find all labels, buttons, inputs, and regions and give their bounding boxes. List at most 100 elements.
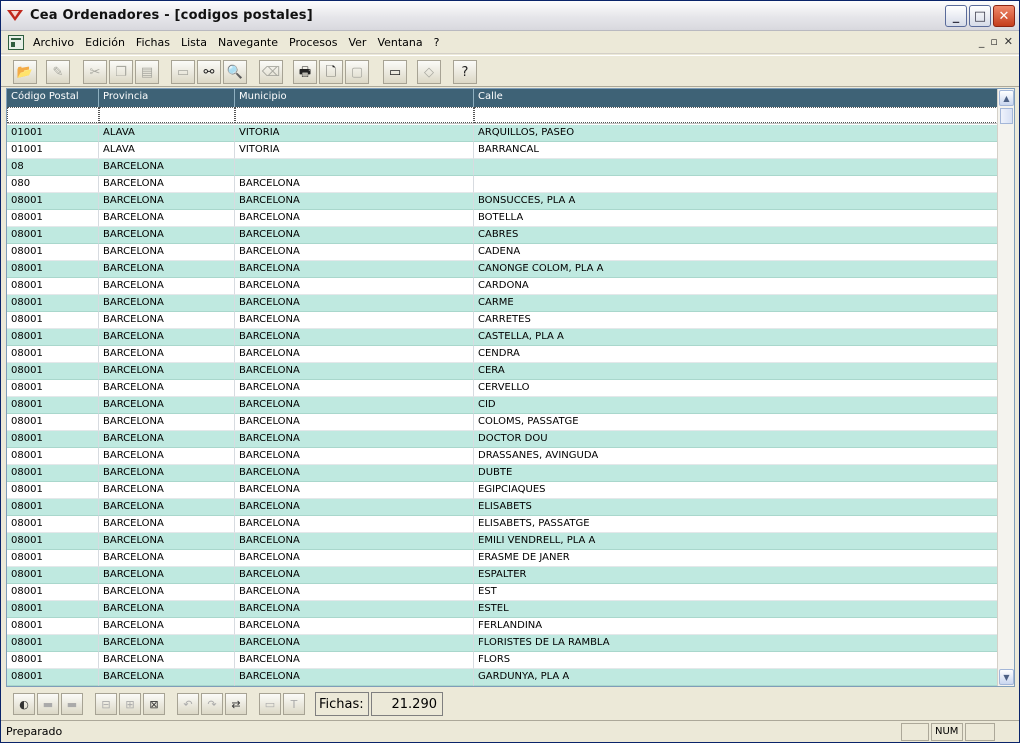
cell-provincia[interactable]: BARCELONA (99, 550, 235, 567)
cell-calle[interactable]: CERA (474, 363, 998, 380)
cell-codigo-postal[interactable]: 08001 (7, 227, 99, 244)
cell-provincia[interactable]: BARCELONA (99, 414, 235, 431)
cell-provincia[interactable]: BARCELONA (99, 431, 235, 448)
cell-provincia[interactable]: BARCELONA (99, 312, 235, 329)
table-row[interactable]: 08001 BARCELONA BARCELONA CERA (7, 363, 998, 380)
cell-municipio[interactable]: BARCELONA (235, 618, 474, 635)
cell-provincia[interactable]: BARCELONA (99, 210, 235, 227)
table-row[interactable]: 080 BARCELONA BARCELONA (7, 176, 998, 193)
cell-codigo-postal[interactable]: 08001 (7, 278, 99, 295)
column-header-calle[interactable]: Calle (474, 89, 998, 107)
cell-calle[interactable]: CANONGE COLOM, PLA A (474, 261, 998, 278)
cell-municipio[interactable]: BARCELONA (235, 584, 474, 601)
cell-calle[interactable]: ESPALTER (474, 567, 998, 584)
vertical-scrollbar[interactable]: ▲ ▼ (997, 89, 1014, 686)
cell-provincia[interactable]: BARCELONA (99, 499, 235, 516)
cell-municipio[interactable]: BARCELONA (235, 363, 474, 380)
menu-archivo[interactable]: Archivo (28, 36, 80, 49)
redo-icon[interactable]: ↷ (201, 693, 223, 715)
tree-select-icon[interactable]: ⊠ (143, 693, 165, 715)
menu-ver[interactable]: Ver (343, 36, 372, 49)
table-row[interactable]: 08001 BARCELONA BARCELONA CENDRA (7, 346, 998, 363)
cell-municipio[interactable]: BARCELONA (235, 567, 474, 584)
cell-provincia[interactable]: BARCELONA (99, 618, 235, 635)
table-row[interactable]: 08001 BARCELONA BARCELONA ELISABETS (7, 499, 998, 516)
cell-provincia[interactable]: BARCELONA (99, 584, 235, 601)
cell-calle[interactable]: BARRANCAL (474, 142, 998, 159)
cell-calle[interactable]: CARRETES (474, 312, 998, 329)
table-row[interactable]: 01001 ALAVA VITORIA BARRANCAL (7, 142, 998, 159)
help-icon[interactable]: ? (453, 60, 477, 84)
edit-document-icon[interactable]: ✎ (46, 60, 70, 84)
cell-provincia[interactable]: BARCELONA (99, 159, 235, 176)
cell-municipio[interactable]: BARCELONA (235, 397, 474, 414)
table-row[interactable]: 08001 BARCELONA BARCELONA CERVELLO (7, 380, 998, 397)
first-record-icon[interactable]: ◐ (13, 693, 35, 715)
cell-codigo-postal[interactable]: 08001 (7, 210, 99, 227)
table-row[interactable]: 08001 BARCELONA BARCELONA CABRES (7, 227, 998, 244)
cell-codigo-postal[interactable]: 08001 (7, 363, 99, 380)
cell-provincia[interactable]: ALAVA (99, 125, 235, 142)
cell-calle[interactable]: CADENA (474, 244, 998, 261)
cell-codigo-postal[interactable]: 08001 (7, 346, 99, 363)
cell-codigo-postal[interactable]: 08001 (7, 499, 99, 516)
cell-codigo-postal[interactable]: 08 (7, 159, 99, 176)
table-row[interactable]: 08001 BARCELONA BARCELONA GARDUNYA, PLA A (7, 669, 998, 686)
filter-codigo-postal[interactable] (7, 107, 99, 123)
cell-codigo-postal[interactable]: 08001 (7, 244, 99, 261)
cell-calle[interactable]: CENDRA (474, 346, 998, 363)
cell-municipio[interactable]: BARCELONA (235, 465, 474, 482)
search-icon[interactable]: 🔍 (223, 60, 247, 84)
cell-provincia[interactable]: BARCELONA (99, 669, 235, 686)
tree-expand-icon[interactable]: ⊞ (119, 693, 141, 715)
cell-codigo-postal[interactable]: 08001 (7, 261, 99, 278)
scroll-thumb[interactable] (1000, 108, 1013, 124)
table-row[interactable]: 08001 BARCELONA BARCELONA FLORS (7, 652, 998, 669)
cell-codigo-postal[interactable]: 08001 (7, 397, 99, 414)
cell-codigo-postal[interactable]: 08001 (7, 431, 99, 448)
cell-codigo-postal[interactable]: 08001 (7, 329, 99, 346)
cell-calle[interactable]: ESTEL (474, 601, 998, 618)
column-header-municipio[interactable]: Municipio (235, 89, 474, 107)
scroll-down-icon[interactable]: ▼ (999, 669, 1014, 685)
cell-municipio[interactable]: BARCELONA (235, 414, 474, 431)
cell-calle[interactable]: BOTELLA (474, 210, 998, 227)
cell-codigo-postal[interactable]: 08001 (7, 601, 99, 618)
table-row[interactable]: 08 BARCELONA (7, 159, 998, 176)
cell-codigo-postal[interactable]: 08001 (7, 618, 99, 635)
cell-provincia[interactable]: BARCELONA (99, 533, 235, 550)
column-header-provincia[interactable]: Provincia (99, 89, 235, 107)
cell-codigo-postal[interactable]: 08001 (7, 482, 99, 499)
cell-provincia[interactable]: BARCELONA (99, 295, 235, 312)
menu-procesos[interactable]: Procesos (284, 36, 343, 49)
table-row[interactable]: 08001 BARCELONA BARCELONA COLOMS, PASSATGE (7, 414, 998, 431)
filter-calle[interactable] (474, 107, 998, 123)
table-row[interactable]: 08001 BARCELONA BARCELONA CID (7, 397, 998, 414)
table-row[interactable]: 08001 BARCELONA BARCELONA ELISABETS, PASSAT… (7, 516, 998, 533)
cell-calle[interactable]: ELISABETS, PASSATGE (474, 516, 998, 533)
table-row[interactable]: 08001 BARCELONA BARCELONA ERASME DE JANER (7, 550, 998, 567)
cell-provincia[interactable]: BARCELONA (99, 193, 235, 210)
cell-calle[interactable]: ERASME DE JANER (474, 550, 998, 567)
cell-provincia[interactable]: BARCELONA (99, 652, 235, 669)
table-row[interactable]: 08001 BARCELONA BARCELONA CASTELLA, PLA A (7, 329, 998, 346)
filter-municipio[interactable] (235, 107, 474, 123)
cell-codigo-postal[interactable]: 01001 (7, 142, 99, 159)
menu-ventana[interactable]: Ventana (372, 36, 428, 49)
menu-navegante[interactable]: Navegante (213, 36, 284, 49)
table-row[interactable]: 08001 BARCELONA BARCELONA CARRETES (7, 312, 998, 329)
cell-municipio[interactable]: BARCELONA (235, 176, 474, 193)
cell-municipio[interactable]: BARCELONA (235, 448, 474, 465)
cell-municipio[interactable]: BARCELONA (235, 431, 474, 448)
cell-calle[interactable]: CASTELLA, PLA A (474, 329, 998, 346)
cell-calle[interactable]: ELISABETS (474, 499, 998, 516)
cell-municipio[interactable]: BARCELONA (235, 210, 474, 227)
cell-codigo-postal[interactable]: 08001 (7, 550, 99, 567)
cell-calle[interactable]: CERVELLO (474, 380, 998, 397)
cell-provincia[interactable]: BARCELONA (99, 227, 235, 244)
table-row[interactable]: 08001 BARCELONA BARCELONA ESTEL (7, 601, 998, 618)
document-window-icon[interactable] (8, 35, 24, 50)
table-row[interactable]: 08001 BARCELONA BARCELONA DOCTOR DOU (7, 431, 998, 448)
delete-icon[interactable]: ⌫ (259, 60, 283, 84)
cell-codigo-postal[interactable]: 08001 (7, 567, 99, 584)
